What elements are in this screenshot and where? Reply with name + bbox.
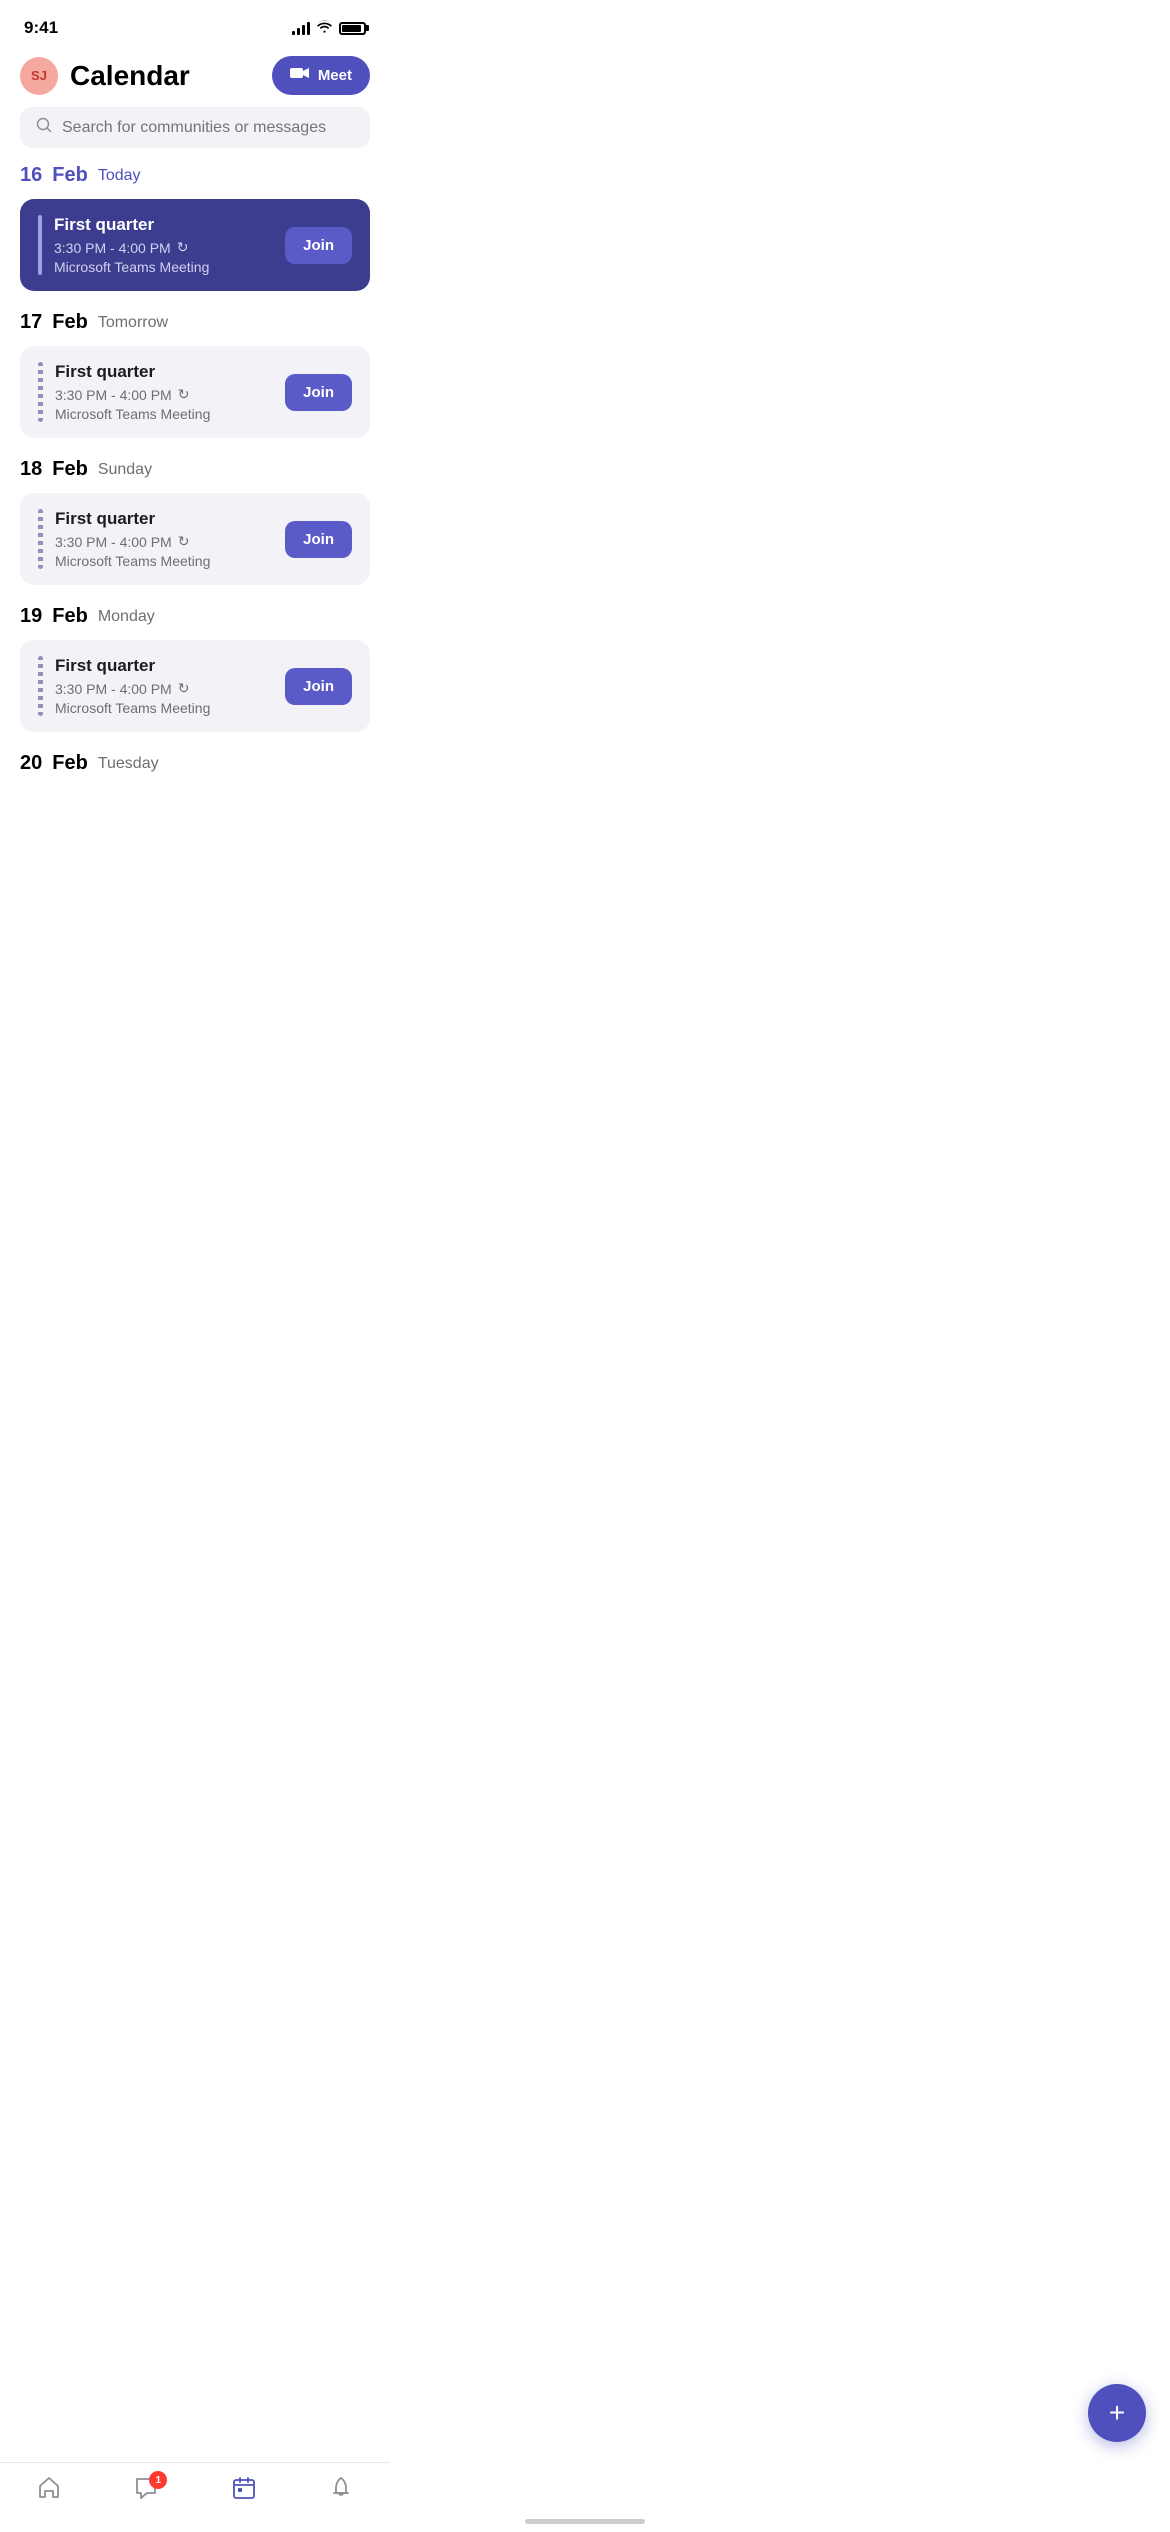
header-left: SJ Calendar: [20, 57, 190, 95]
battery-icon: [339, 22, 366, 35]
date-header: 20 Feb Tuesday: [20, 752, 370, 775]
recurrence-icon: ↻: [178, 533, 190, 550]
wifi-icon: [316, 20, 333, 36]
event-card[interactable]: First quarter 3:30 PM - 4:00 PM ↻ Microsoft…: [20, 346, 370, 438]
date-day-label: Sunday: [98, 461, 152, 479]
search-input[interactable]: [62, 119, 354, 137]
event-indicator: [38, 362, 43, 422]
recurrence-icon: ↻: [178, 386, 190, 403]
plus-icon: +: [1109, 2397, 1125, 2429]
event-time: 3:30 PM - 4:00 PM: [55, 534, 172, 550]
date-number: 20: [20, 752, 42, 775]
event-info: First quarter 3:30 PM - 4:00 PM ↻ Microsoft…: [55, 362, 210, 422]
join-button[interactable]: Join: [285, 374, 352, 411]
event-card[interactable]: First quarter 3:30 PM - 4:00 PM ↻ Microsoft…: [20, 640, 370, 732]
date-header: 16 Feb Today: [20, 164, 370, 187]
date-number: 18: [20, 458, 42, 481]
date-month: Feb: [52, 164, 88, 187]
event-info: First quarter 3:30 PM - 4:00 PM ↻ Microsoft…: [55, 656, 210, 716]
event-title: First quarter: [54, 215, 209, 235]
event-platform: Microsoft Teams Meeting: [54, 259, 209, 275]
video-camera-icon: [290, 66, 310, 85]
event-card[interactable]: First quarter 3:30 PM - 4:00 PM ↻ Microsoft…: [20, 493, 370, 585]
date-header: 18 Feb Sunday: [20, 458, 370, 481]
calendar-icon-wrap: [231, 2475, 257, 2508]
calendar-content: 16 Feb Today First quarter 3:30 PM - 4:00 PM…: [0, 164, 390, 907]
event-card-left: First quarter 3:30 PM - 4:00 PM ↻ Microsoft…: [38, 509, 210, 569]
status-time: 9:41: [24, 18, 58, 38]
event-time-row: 3:30 PM - 4:00 PM ↻: [55, 680, 210, 697]
date-group: 20 Feb Tuesday: [20, 752, 370, 775]
event-card[interactable]: First quarter 3:30 PM - 4:00 PM ↻ Microsoft…: [20, 199, 370, 291]
nav-calendar[interactable]: [231, 2475, 257, 2508]
event-card-left: First quarter 3:30 PM - 4:00 PM ↻ Microsoft…: [38, 215, 209, 275]
join-button[interactable]: Join: [285, 227, 352, 264]
header: SJ Calendar Meet: [0, 48, 390, 107]
date-group: 16 Feb Today First quarter 3:30 PM - 4:00 PM…: [20, 164, 370, 291]
event-title: First quarter: [55, 362, 210, 382]
search-bar[interactable]: [20, 107, 370, 148]
date-month: Feb: [52, 605, 88, 628]
nav-chat[interactable]: 1: [133, 2475, 159, 2508]
event-time: 3:30 PM - 4:00 PM: [55, 387, 172, 403]
home-icon: [36, 2480, 62, 2507]
event-card-left: First quarter 3:30 PM - 4:00 PM ↻ Microsoft…: [38, 656, 210, 716]
event-platform: Microsoft Teams Meeting: [55, 700, 210, 716]
bottom-nav: 1: [0, 2462, 390, 2532]
nav-notifications[interactable]: [328, 2475, 354, 2508]
event-time-row: 3:30 PM - 4:00 PM ↻: [55, 386, 210, 403]
event-time: 3:30 PM - 4:00 PM: [55, 681, 172, 697]
status-icons: [292, 20, 366, 36]
join-button[interactable]: Join: [285, 668, 352, 705]
date-group: 17 Feb Tomorrow First quarter 3:30 PM - 4:00…: [20, 311, 370, 438]
calendar-icon: [231, 2480, 257, 2507]
event-indicator: [38, 215, 42, 275]
date-number: 17: [20, 311, 42, 334]
date-day-label: Today: [98, 167, 141, 185]
bell-icon-wrap: [328, 2475, 354, 2508]
event-time-row: 3:30 PM - 4:00 PM ↻: [55, 533, 210, 550]
event-info: First quarter 3:30 PM - 4:00 PM ↻ Microsoft…: [54, 215, 209, 275]
chat-badge: 1: [149, 2471, 167, 2489]
nav-home[interactable]: [36, 2475, 62, 2508]
meet-button[interactable]: Meet: [272, 56, 370, 95]
event-time-row: 3:30 PM - 4:00 PM ↻: [54, 239, 209, 256]
join-button[interactable]: Join: [285, 521, 352, 558]
recurrence-icon: ↻: [178, 680, 190, 697]
date-month: Feb: [52, 752, 88, 775]
add-event-button[interactable]: +: [1088, 2384, 1146, 2442]
home-icon-wrap: [36, 2475, 62, 2508]
event-title: First quarter: [55, 656, 210, 676]
home-indicator: [525, 2519, 645, 2524]
meet-button-label: Meet: [318, 67, 352, 84]
date-month: Feb: [52, 311, 88, 334]
date-day-label: Monday: [98, 608, 155, 626]
event-info: First quarter 3:30 PM - 4:00 PM ↻ Microsoft…: [55, 509, 210, 569]
date-number: 16: [20, 164, 42, 187]
recurrence-icon: ↻: [177, 239, 189, 256]
date-header: 19 Feb Monday: [20, 605, 370, 628]
chat-icon-wrap: 1: [133, 2475, 159, 2508]
event-card-left: First quarter 3:30 PM - 4:00 PM ↻ Microsoft…: [38, 362, 210, 422]
event-indicator: [38, 656, 43, 716]
date-day-label: Tuesday: [98, 755, 159, 773]
event-title: First quarter: [55, 509, 210, 529]
bell-icon: [328, 2480, 354, 2507]
date-number: 19: [20, 605, 42, 628]
search-icon: [36, 117, 52, 138]
signal-icon: [292, 21, 310, 35]
avatar[interactable]: SJ: [20, 57, 58, 95]
event-indicator: [38, 509, 43, 569]
event-time: 3:30 PM - 4:00 PM: [54, 240, 171, 256]
date-group: 18 Feb Sunday First quarter 3:30 PM - 4:00 P…: [20, 458, 370, 585]
status-bar: 9:41: [0, 0, 390, 48]
page-title: Calendar: [70, 60, 190, 92]
date-group: 19 Feb Monday First quarter 3:30 PM - 4:00 P…: [20, 605, 370, 732]
event-platform: Microsoft Teams Meeting: [55, 406, 210, 422]
date-day-label: Tomorrow: [98, 314, 168, 332]
date-month: Feb: [52, 458, 88, 481]
event-platform: Microsoft Teams Meeting: [55, 553, 210, 569]
date-header: 17 Feb Tomorrow: [20, 311, 370, 334]
